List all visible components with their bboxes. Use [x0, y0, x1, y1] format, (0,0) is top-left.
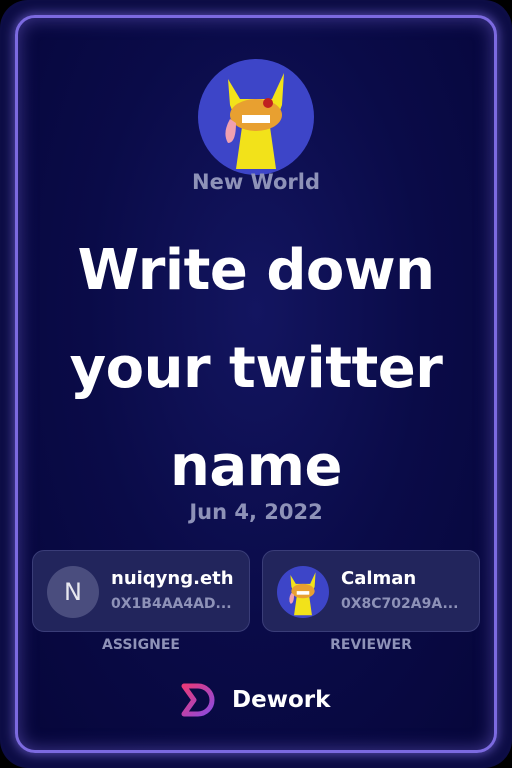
assignee-address: 0X1B4AA4AD... [111, 596, 232, 612]
dog-avatar-icon [225, 73, 284, 169]
reviewer-label: REVIEWER [330, 637, 412, 653]
assignee-name: nuiqyng.eth [111, 568, 234, 589]
task-card: New World Write down your twitter name J… [0, 0, 512, 768]
assignee-card[interactable]: N nuiqyng.eth 0X1B4AA4AD... [32, 550, 250, 632]
reviewer-card[interactable]: Calman 0X8C702A9A... [262, 550, 480, 632]
task-title: Write down your twitter name [69, 238, 443, 499]
assignee-avatar: N [47, 566, 99, 618]
reviewer-name: Calman [341, 568, 417, 589]
task-date: Jun 4, 2022 [189, 500, 323, 524]
reviewer-address: 0X8C702A9A... [341, 596, 459, 612]
dework-brand: Dework [178, 680, 330, 720]
dework-logo-icon [181, 683, 215, 717]
brand-name: Dework [232, 687, 331, 713]
reviewer-avatar [277, 566, 329, 618]
organization-avatar [198, 59, 314, 175]
assignee-label: ASSIGNEE [102, 637, 180, 653]
organization-name: New World [192, 170, 320, 194]
dog-avatar-icon [289, 572, 316, 616]
